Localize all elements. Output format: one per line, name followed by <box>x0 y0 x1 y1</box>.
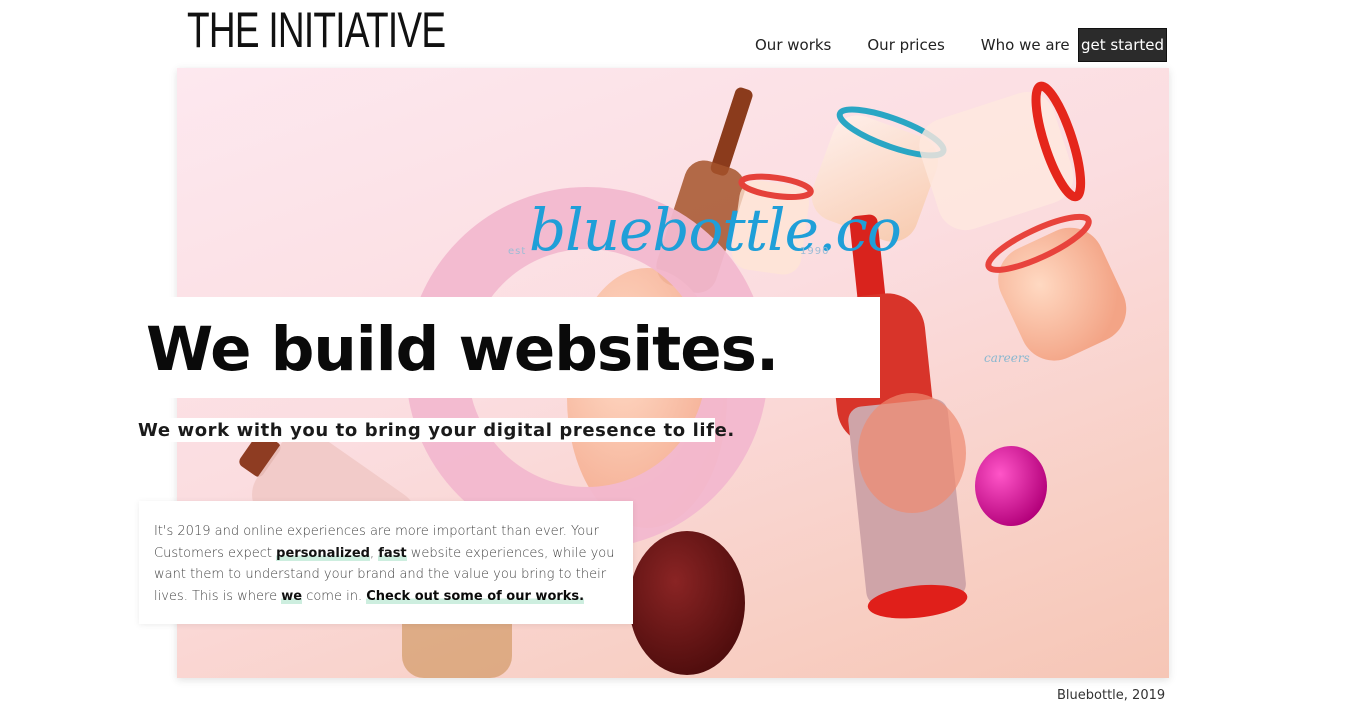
intro-card: It's 2019 and online experiences are mor… <box>139 501 633 624</box>
peach-jar-illustration <box>985 213 1127 361</box>
magenta-ball-illustration <box>975 446 1047 526</box>
brand-year-label: 1990 <box>800 246 830 257</box>
check-out-works-link[interactable]: Check out some of our works. <box>366 588 585 604</box>
nav-link-our-prices[interactable]: Our prices <box>867 36 944 54</box>
nav-link-who-we-are[interactable]: Who we are <box>981 36 1070 54</box>
glass-jar-illustration-2 <box>919 81 1086 231</box>
get-started-button[interactable]: get started <box>1078 28 1167 62</box>
careers-label: careers <box>984 351 1030 365</box>
nav-link-our-works[interactable]: Our works <box>755 36 831 54</box>
hero-subheadline: We work with you to bring your digital p… <box>138 420 735 441</box>
brand-est-label: est <box>508 246 527 257</box>
intro-paragraph: It's 2019 and online experiences are mor… <box>154 521 617 607</box>
brand-wordmark: bluebottle.co <box>529 196 902 264</box>
maroon-ball-illustration <box>629 531 745 675</box>
emphasis-personalized: personalized <box>276 545 370 561</box>
main-nav: Our works Our prices Who we are <box>740 28 1106 62</box>
hero-headline: We build websites. <box>146 314 779 385</box>
site-logo[interactable]: THE INITIATIVE <box>187 2 446 58</box>
emphasis-fast: fast <box>378 545 407 561</box>
intro-text-part: come in. <box>302 588 367 604</box>
emphasis-we: we <box>281 588 303 604</box>
image-caption: Bluebottle, 2019 <box>1057 688 1166 703</box>
